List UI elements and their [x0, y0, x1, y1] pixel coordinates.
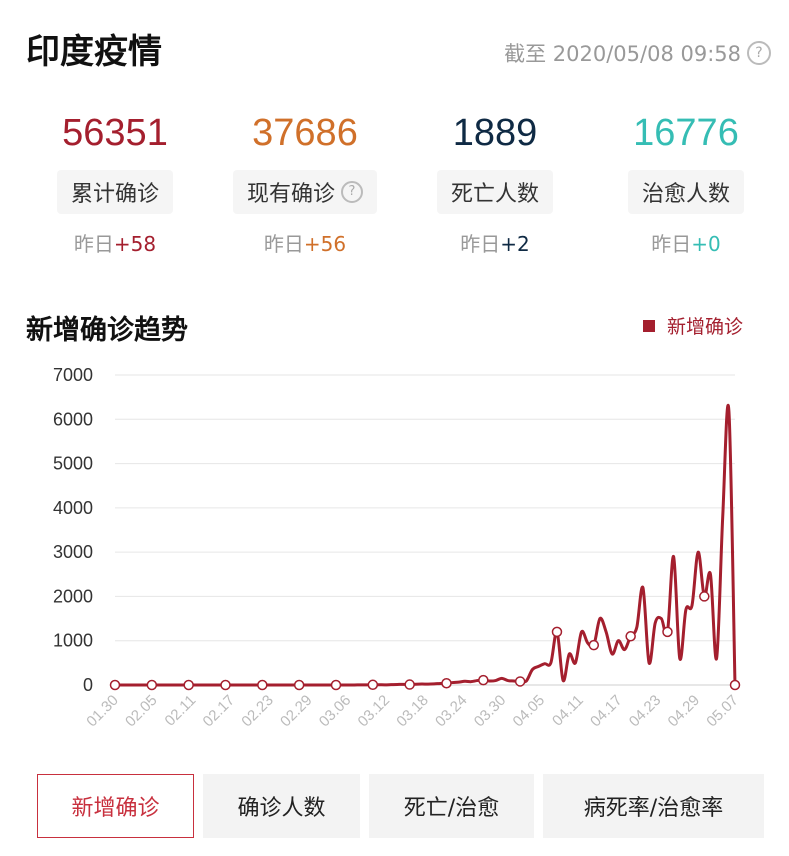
stat-value: 16776: [633, 112, 739, 154]
x-tick-label: 03.06: [316, 692, 355, 731]
stats-row: 56351 累计确诊 昨日+58 37686 现有确诊? 昨日+56 1889 …: [0, 108, 789, 258]
x-tick-label: 03.24: [432, 692, 471, 731]
data-point: [514, 676, 526, 687]
data-point: [478, 674, 489, 686]
stat-delta: 昨日+0: [596, 228, 776, 257]
tab-label: 确诊人数: [237, 796, 326, 821]
stat-deaths: 1889 死亡人数 昨日+2: [405, 108, 585, 257]
stat-label: 现有确诊?: [232, 170, 377, 214]
tab-deaths-recovered[interactable]: 死亡/治愈: [369, 774, 534, 838]
series-line: [115, 403, 737, 687]
data-point: [293, 679, 305, 691]
stat-delta-value: +2: [500, 232, 530, 256]
y-tick-label: 2000: [53, 586, 93, 606]
stat-current-confirmed: 37686 现有确诊? 昨日+56: [215, 108, 395, 257]
data-point: [330, 679, 342, 691]
x-tick-label: 04.17: [587, 692, 626, 731]
stat-value: 56351: [62, 112, 168, 154]
y-tick-label: 0: [83, 675, 93, 695]
stat-delta-prefix: 昨日: [263, 232, 304, 256]
trend-chart: 0100020003000400050006000700001.30 02.05 0…: [53, 365, 742, 731]
y-tick-label: 6000: [53, 409, 93, 429]
data-point: [404, 679, 415, 690]
y-tick-label: 7000: [53, 365, 93, 385]
tab-new-confirmed[interactable]: 新增确诊: [37, 774, 194, 838]
data-point: [146, 679, 158, 691]
x-tick-label: 02.11: [162, 692, 200, 730]
data-point: [441, 677, 452, 689]
help-icon[interactable]: ?: [747, 41, 771, 65]
x-tick-label: 02.05: [122, 692, 161, 731]
x-tick-label: 03.12: [355, 692, 394, 731]
data-point: [367, 679, 379, 691]
page-title: 印度疫情: [26, 32, 162, 72]
data-point: [699, 591, 710, 602]
data-point: [625, 631, 636, 642]
tab-confirmed-count[interactable]: 确诊人数: [203, 774, 360, 838]
x-tick-label: 01.30: [83, 692, 122, 731]
x-tick-label: 05.07: [703, 692, 742, 731]
x-tick-label: 03.18: [393, 692, 432, 731]
stat-delta-prefix: 昨日: [651, 232, 692, 256]
stat-label-text: 死亡人数: [450, 182, 539, 207]
stat-label-text: 治愈人数: [641, 182, 730, 207]
x-tick-label: 04.11: [549, 692, 587, 730]
x-tick-label: 02.23: [238, 692, 277, 731]
stat-delta: 昨日+56: [215, 228, 395, 257]
stat-delta: 昨日+2: [405, 228, 585, 257]
chart-title: 新增确诊趋势: [26, 315, 188, 346]
x-tick-label: 02.17: [200, 692, 239, 731]
stat-delta-prefix: 昨日: [460, 232, 501, 256]
legend-label: 新增确诊: [666, 316, 743, 338]
stat-delta-prefix: 昨日: [73, 232, 114, 256]
data-point: [220, 679, 231, 691]
data-point: [588, 639, 600, 651]
stat-label-text: 现有确诊: [246, 182, 335, 207]
legend-swatch: [642, 319, 655, 332]
data-point: [551, 626, 563, 638]
data-point: [183, 679, 194, 691]
x-tick-label: 03.30: [471, 692, 510, 731]
tab-label: 病死率/治愈率: [583, 796, 724, 821]
header: 印度疫情 截至 2020/05/08 09:58 ?: [26, 18, 771, 78]
x-tick-label: 04.23: [626, 692, 665, 731]
update-timestamp: 截至 2020/05/08 09:58 ?: [504, 38, 771, 68]
chart-tabs: 新增确诊 确诊人数 死亡/治愈 病死率/治愈率: [37, 774, 764, 840]
y-tick-label: 1000: [53, 631, 93, 651]
stat-delta-value: +58: [113, 232, 157, 256]
data-point: [662, 626, 673, 638]
x-tick-label: 04.29: [665, 692, 704, 731]
tab-label: 死亡/治愈: [403, 796, 500, 821]
stat-label: 死亡人数: [436, 170, 553, 214]
tab-fatality-recovery-rate[interactable]: 病死率/治愈率: [543, 774, 764, 838]
stat-total-confirmed: 56351 累计确诊 昨日+58: [25, 108, 205, 257]
data-point: [257, 679, 268, 691]
data-point: [109, 679, 121, 691]
chart-legend[interactable]: 新增确诊: [642, 312, 743, 339]
help-icon[interactable]: ?: [341, 181, 363, 203]
stat-delta-value: +0: [691, 232, 721, 256]
stat-label: 治愈人数: [627, 170, 744, 214]
tab-label: 新增确诊: [71, 796, 160, 821]
timestamp-text: 截至 2020/05/08 09:58: [504, 42, 741, 66]
stat-delta-value: +56: [303, 232, 347, 256]
stat-label: 累计确诊: [56, 170, 173, 214]
y-tick-label: 4000: [53, 498, 93, 518]
stat-label-text: 累计确诊: [70, 182, 159, 207]
stat-delta: 昨日+58: [25, 228, 205, 257]
stat-value: 37686: [252, 112, 358, 154]
stat-value: 1889: [452, 112, 538, 154]
y-tick-label: 5000: [53, 454, 93, 474]
data-point: [729, 679, 741, 691]
x-tick-label: 02.29: [277, 692, 316, 731]
stat-recovered: 16776 治愈人数 昨日+0: [596, 108, 776, 257]
y-tick-label: 3000: [53, 542, 93, 562]
x-tick-label: 04.05: [510, 692, 549, 731]
